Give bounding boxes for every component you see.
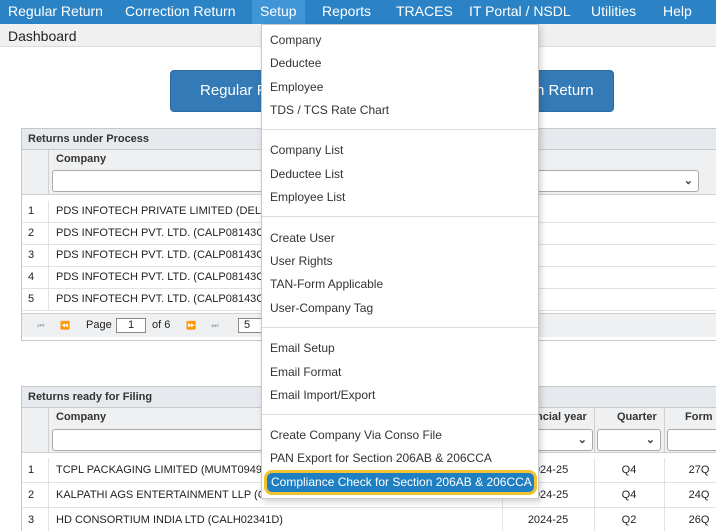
row-quarter: Q2 xyxy=(621,514,637,526)
menu-item-create-company-conso[interactable]: Create Company Via Conso File xyxy=(270,428,442,442)
table-row[interactable]: 3 HD CONSORTIUM INDIA LTD (CALH02341D) 2… xyxy=(22,508,716,531)
menu-item-email-format[interactable]: Email Format xyxy=(270,365,341,379)
menu-item-company-list[interactable]: Company List xyxy=(270,143,343,157)
chevron-down-icon: ⌄ xyxy=(683,175,693,187)
row-number: 1 xyxy=(28,205,35,217)
menu-item-user-company-tag[interactable]: User-Company Tag xyxy=(270,301,373,315)
col-quarter-label: Quarter xyxy=(617,411,657,423)
menu-reports[interactable]: Reports xyxy=(322,0,371,24)
menu-help[interactable]: Help xyxy=(663,0,692,24)
menu-utilities[interactable]: Utilities xyxy=(591,0,636,24)
page-label: Page xyxy=(86,319,112,331)
menu-item-user-rights[interactable]: User Rights xyxy=(270,254,333,268)
row-financial-year: 2024-25 xyxy=(527,514,569,526)
form-filter[interactable] xyxy=(667,429,716,451)
row-number: 1 xyxy=(28,464,35,476)
menu-traces[interactable]: TRACES xyxy=(396,0,453,24)
process-filter-select[interactable]: ⌄ xyxy=(534,170,699,192)
row-form: 27Q xyxy=(688,464,710,476)
row-number: 3 xyxy=(28,249,35,261)
next-page-icon[interactable]: ⏩ xyxy=(182,319,200,333)
row-number: 5 xyxy=(28,293,35,305)
page-number-input[interactable]: 1 xyxy=(116,318,146,333)
page-count-label: of 6 xyxy=(152,319,171,331)
row-company: HD CONSORTIUM INDIA LTD (CALH02341D) xyxy=(56,514,283,526)
chevron-down-icon: ⌄ xyxy=(577,434,587,446)
menu-item-deductee-list[interactable]: Deductee List xyxy=(270,167,343,181)
dashboard-label[interactable]: Dashboard xyxy=(8,28,77,44)
menu-item-company[interactable]: Company xyxy=(270,33,321,47)
last-page-icon[interactable]: ⏭ xyxy=(206,319,224,333)
first-page-icon[interactable]: ⏮ xyxy=(32,319,50,333)
menu-setup[interactable]: Setup xyxy=(252,0,305,24)
menu-item-email-setup[interactable]: Email Setup xyxy=(270,341,335,355)
col-form-label: Form xyxy=(685,411,713,423)
menu-divider xyxy=(262,327,538,328)
row-company: PDS INFOTECH PVT. LTD. (CALP08143C xyxy=(56,271,265,283)
row-company: TCPL PACKAGING LIMITED (MUMT0949 xyxy=(56,464,262,476)
col-company-label: Company xyxy=(56,153,107,165)
chevron-down-icon: ⌄ xyxy=(645,434,655,446)
row-company: KALPATHI AGS ENTERTAINMENT LLP (C xyxy=(56,489,266,501)
row-number: 3 xyxy=(28,514,35,526)
company-filter-input[interactable] xyxy=(52,429,282,451)
menu-item-rate-chart[interactable]: TDS / TCS Rate Chart xyxy=(270,103,389,117)
menu-item-pan-export[interactable]: PAN Export for Section 206AB & 206CCA xyxy=(270,451,492,465)
setup-dropdown-menu: Company Deductee Employee TDS / TCS Rate… xyxy=(261,24,539,499)
row-quarter: Q4 xyxy=(621,464,637,476)
row-quarter: Q4 xyxy=(621,489,637,501)
menu-divider xyxy=(262,129,538,130)
menu-item-create-user[interactable]: Create User xyxy=(270,231,335,245)
menu-item-tan-form[interactable]: TAN-Form Applicable xyxy=(270,277,383,291)
menu-item-deductee[interactable]: Deductee xyxy=(270,56,321,70)
row-company: PDS INFOTECH PRIVATE LIMITED (DELS xyxy=(56,205,269,217)
col-company-label: Company xyxy=(56,411,107,423)
row-company: PDS INFOTECH PVT. LTD. (CALP08143C xyxy=(56,227,265,239)
menu-divider xyxy=(262,414,538,415)
row-number: 4 xyxy=(28,271,35,283)
row-form: 24Q xyxy=(688,489,710,501)
menu-item-employee-list[interactable]: Employee List xyxy=(270,190,345,204)
menu-divider xyxy=(262,216,538,217)
quarter-filter[interactable]: ⌄ xyxy=(597,429,661,451)
company-filter-input[interactable] xyxy=(52,170,282,192)
col-financial-year-label: ncial year xyxy=(536,411,587,423)
row-number: 2 xyxy=(28,227,35,239)
row-number: 2 xyxy=(28,489,35,501)
menu-regular-return[interactable]: Regular Return xyxy=(8,0,103,24)
menu-it-portal-nsdl[interactable]: IT Portal / NSDL xyxy=(469,0,571,24)
row-form: 26Q xyxy=(688,514,710,526)
menu-item-email-import-export[interactable]: Email Import/Export xyxy=(270,388,375,402)
menu-correction-return[interactable]: Correction Return xyxy=(125,0,236,24)
row-company: PDS INFOTECH PVT. LTD. (CALP08143C xyxy=(56,293,265,305)
top-menu-bar: Regular Return Correction Return Setup R… xyxy=(0,0,716,24)
prev-page-icon[interactable]: ⏪ xyxy=(56,319,74,333)
row-company: PDS INFOTECH PVT. LTD. (CALP08143C xyxy=(56,249,265,261)
menu-item-employee[interactable]: Employee xyxy=(270,80,323,94)
menu-item-compliance-check[interactable]: Compliance Check for Section 206AB & 206… xyxy=(264,470,537,495)
